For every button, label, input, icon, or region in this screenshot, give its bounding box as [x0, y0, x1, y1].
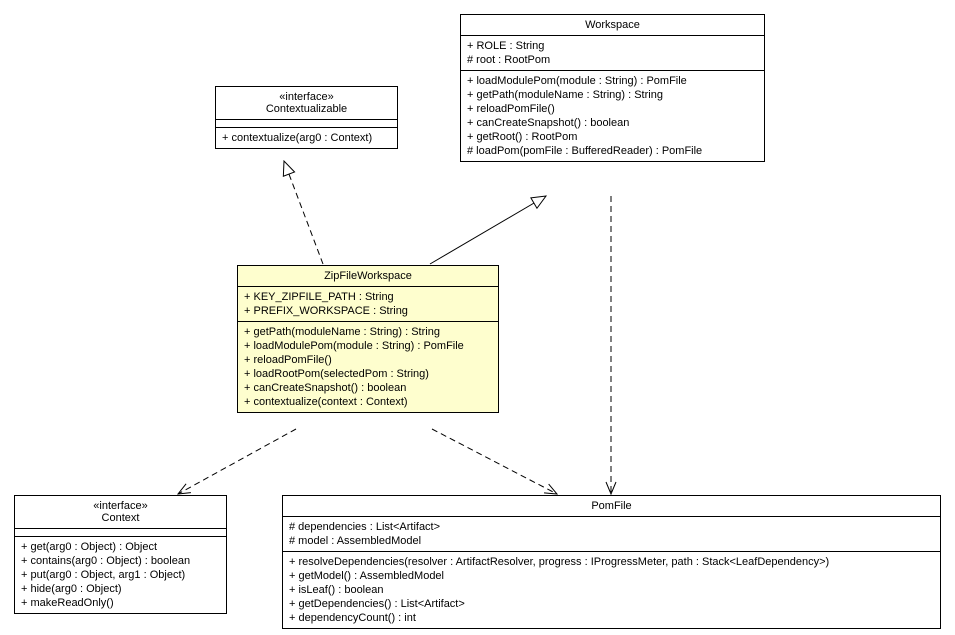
operation: + reloadPomFile() — [467, 102, 758, 116]
operations-compartment: + get(arg0 : Object) : Object + contains… — [15, 537, 226, 613]
operation: + getRoot() : RootPom — [467, 130, 758, 144]
class-name: Workspace — [467, 19, 758, 31]
attributes-compartment: + KEY_ZIPFILE_PATH : String + PREFIX_WOR… — [238, 287, 498, 322]
class-zipfileworkspace: ZipFileWorkspace + KEY_ZIPFILE_PATH : St… — [237, 265, 499, 413]
operation: + reloadPomFile() — [244, 353, 492, 367]
class-name: ZipFileWorkspace — [244, 270, 492, 282]
attribute: # dependencies : List<Artifact> — [289, 520, 934, 534]
attribute: # root : RootPom — [467, 53, 758, 67]
operation: + canCreateSnapshot() : boolean — [467, 116, 758, 130]
operation: + hide(arg0 : Object) — [21, 582, 220, 596]
operation: + getDependencies() : List<Artifact> — [289, 597, 934, 611]
class-name: Context — [21, 512, 220, 524]
class-name: PomFile — [289, 500, 934, 512]
class-context: «interface» Context + get(arg0 : Object)… — [14, 495, 227, 614]
operation: # loadPom(pomFile : BufferedReader) : Po… — [467, 144, 758, 158]
operation: + isLeaf() : boolean — [289, 583, 934, 597]
operation: + loadModulePom(module : String) : PomFi… — [467, 74, 758, 88]
operation: + makeReadOnly() — [21, 596, 220, 610]
attributes-compartment — [216, 120, 397, 128]
operations-compartment: + getPath(moduleName : String) : String … — [238, 322, 498, 412]
class-name: Contextualizable — [222, 103, 391, 115]
attribute: + KEY_ZIPFILE_PATH : String — [244, 290, 492, 304]
operation: + loadRootPom(selectedPom : String) — [244, 367, 492, 381]
operation: + contextualize(context : Context) — [244, 395, 492, 409]
attribute: + PREFIX_WORKSPACE : String — [244, 304, 492, 318]
attribute: + ROLE : String — [467, 39, 758, 53]
operation: + get(arg0 : Object) : Object — [21, 540, 220, 554]
operation: + contains(arg0 : Object) : boolean — [21, 554, 220, 568]
class-pomfile: PomFile # dependencies : List<Artifact> … — [282, 495, 941, 629]
rel-zip-to-context — [178, 429, 296, 494]
attribute: # model : AssembledModel — [289, 534, 934, 548]
class-contextualizable: «interface» Contextualizable + contextua… — [215, 86, 398, 149]
operation: + getPath(moduleName : String) : String — [244, 325, 492, 339]
operations-compartment: + loadModulePom(module : String) : PomFi… — [461, 71, 764, 161]
attributes-compartment — [15, 529, 226, 537]
operation: + contextualize(arg0 : Context) — [222, 131, 391, 145]
rel-zip-to-workspace — [430, 196, 546, 264]
operations-compartment: + contextualize(arg0 : Context) — [216, 128, 397, 148]
stereotype: «interface» — [222, 91, 391, 103]
operation: + canCreateSnapshot() : boolean — [244, 381, 492, 395]
attributes-compartment: + ROLE : String # root : RootPom — [461, 36, 764, 71]
stereotype: «interface» — [21, 500, 220, 512]
operation: + put(arg0 : Object, arg1 : Object) — [21, 568, 220, 582]
attributes-compartment: # dependencies : List<Artifact> # model … — [283, 517, 940, 552]
operation: + dependencyCount() : int — [289, 611, 934, 625]
class-workspace: Workspace + ROLE : String # root : RootP… — [460, 14, 765, 162]
rel-zip-to-pomfile — [432, 429, 557, 494]
operation: + getModel() : AssembledModel — [289, 569, 934, 583]
operations-compartment: + resolveDependencies(resolver : Artifac… — [283, 552, 940, 628]
operation: + getPath(moduleName : String) : String — [467, 88, 758, 102]
operation: + loadModulePom(module : String) : PomFi… — [244, 339, 492, 353]
rel-zip-to-contextualizable — [284, 161, 323, 264]
operation: + resolveDependencies(resolver : Artifac… — [289, 555, 934, 569]
